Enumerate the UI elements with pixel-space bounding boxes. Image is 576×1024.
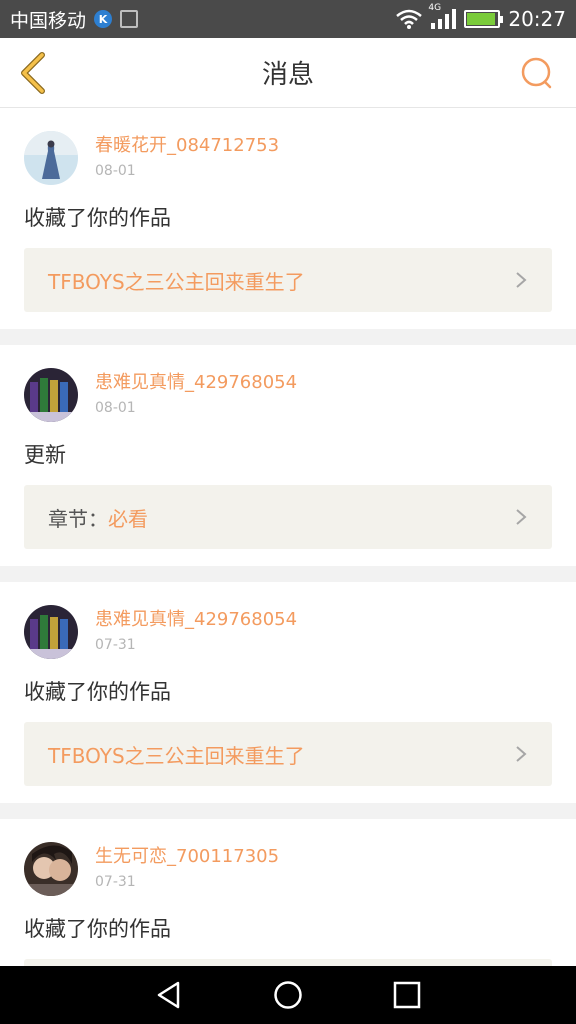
page-title: 消息: [261, 60, 314, 90]
cell-signal: 4G: [428, 3, 457, 29]
avatar[interactable]: [24, 368, 78, 422]
message-date: 07-31: [95, 637, 136, 653]
message-header: 春暖花开_084712753 08-01: [24, 130, 552, 186]
wifi-icon: [396, 9, 423, 29]
status-left: 中国移动 K: [10, 6, 139, 33]
message-meta: 患难见真情_429768054 08-01: [95, 371, 297, 419]
message-action: 收藏了你的作品: [24, 917, 171, 941]
battery-icon: [464, 10, 504, 28]
message-card: 生无可恋_700117305 07-31 收藏了你的作品: [0, 819, 576, 966]
message-date: 08-01: [95, 400, 136, 416]
status-right: 4G 20:27: [396, 3, 566, 31]
message-date: 08-01: [95, 163, 136, 179]
nav-bar: 消息: [0, 38, 576, 108]
work-title: TFBOYS之三公主回来重生了: [48, 269, 305, 294]
message-meta: 春暖花开_084712753 08-01: [95, 134, 279, 182]
work-link[interactable]: [24, 959, 552, 966]
message-action: 更新: [24, 443, 66, 467]
message-card: 患难见真情_429768054 08-01 更新 章节： 必看: [0, 345, 576, 566]
message-header: 患难见真情_429768054 08-01: [24, 367, 552, 423]
message-date: 07-31: [95, 874, 136, 890]
chevron-right-icon: [516, 272, 527, 288]
work-title: TFBOYS之三公主回来重生了: [48, 743, 305, 768]
avatar[interactable]: [24, 131, 78, 185]
recent-apps-square-icon[interactable]: [392, 980, 422, 1010]
home-circle-icon[interactable]: [273, 980, 303, 1010]
message-header: 生无可恋_700117305 07-31: [24, 841, 552, 897]
chapter-link[interactable]: 章节： 必看: [24, 485, 552, 549]
message-meta: 患难见真情_429768054 07-31: [95, 608, 297, 656]
work-link[interactable]: TFBOYS之三公主回来重生了: [24, 248, 552, 312]
status-bar: 中国移动 K 4G 20:27: [0, 0, 576, 38]
work-link[interactable]: TFBOYS之三公主回来重生了: [24, 722, 552, 786]
image-notification-icon: [120, 10, 139, 28]
chevron-right-icon: [516, 746, 527, 762]
app-notification-icon: K: [94, 10, 113, 28]
carrier-label: 中国移动: [10, 9, 87, 32]
username[interactable]: 患难见真情_429768054: [95, 608, 297, 632]
back-arrow-icon[interactable]: [14, 52, 54, 94]
chapter-title: 必看: [108, 506, 148, 531]
message-meta: 生无可恋_700117305 07-31: [95, 845, 279, 893]
message-list[interactable]: 春暖花开_084712753 08-01 收藏了你的作品 TFBOYS之三公主回…: [0, 108, 576, 966]
username[interactable]: 患难见真情_429768054: [95, 371, 297, 395]
avatar[interactable]: [24, 605, 78, 659]
username[interactable]: 生无可恋_700117305: [95, 845, 279, 869]
message-card: 患难见真情_429768054 07-31 收藏了你的作品 TFBOYS之三公主…: [0, 582, 576, 803]
network-type: 4G: [428, 3, 442, 13]
message-card: 春暖花开_084712753 08-01 收藏了你的作品 TFBOYS之三公主回…: [0, 108, 576, 329]
chevron-right-icon: [516, 509, 527, 525]
avatar[interactable]: [24, 842, 78, 896]
battery-level: [467, 13, 495, 25]
username[interactable]: 春暖花开_084712753: [95, 134, 279, 158]
clock: 20:27: [508, 7, 566, 31]
ref-label: 章节：: [48, 506, 108, 531]
message-action: 收藏了你的作品: [24, 680, 171, 704]
message-header: 患难见真情_429768054 07-31: [24, 604, 552, 660]
search-icon[interactable]: [520, 56, 554, 90]
message-action: 收藏了你的作品: [24, 206, 171, 230]
system-nav-bar: [0, 966, 576, 1024]
back-triangle-icon[interactable]: [154, 980, 184, 1010]
